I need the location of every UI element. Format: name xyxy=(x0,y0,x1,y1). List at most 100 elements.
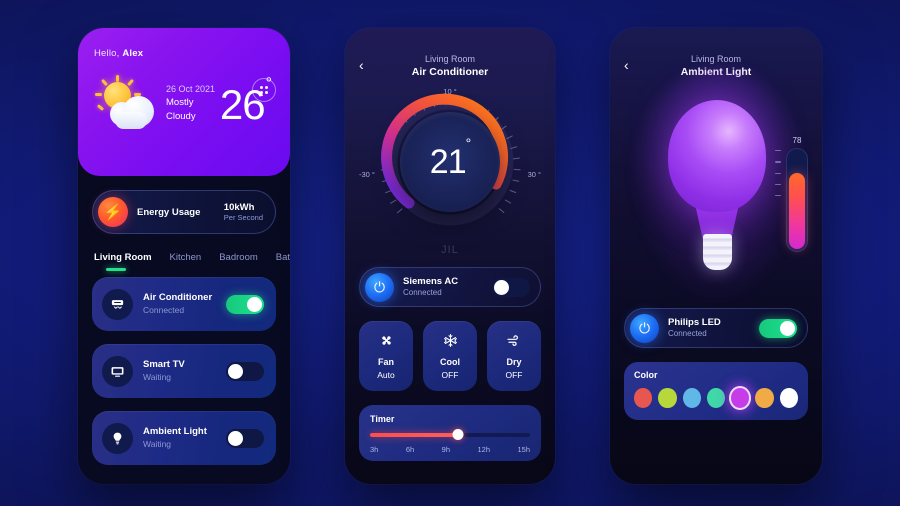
list-item[interactable]: Air Conditioner Connected xyxy=(92,277,276,331)
greeting: Hello, Alex xyxy=(94,48,144,59)
phone-screen-ambient-light: ‹ Living Room Ambient Light 78 ⏻ xyxy=(610,28,822,484)
timer-tick-labels: 3h 6h 9h 12h 15h xyxy=(370,445,530,454)
device-toggle[interactable] xyxy=(226,428,264,448)
light-power-text: Philips LED Connected xyxy=(668,317,721,340)
brightness-scale xyxy=(775,136,781,197)
color-card: Color xyxy=(624,362,808,420)
brightness-fill xyxy=(789,173,805,249)
tab-badroom[interactable]: Badroom xyxy=(219,252,258,271)
timer-slider-thumb[interactable] xyxy=(452,429,464,440)
timer-slider-fill xyxy=(370,433,458,437)
device-text: Ambient Light Waiting xyxy=(143,426,207,450)
bolt-icon: ⚡ xyxy=(98,197,128,227)
mode-cool[interactable]: Cool OFF xyxy=(423,321,477,391)
light-device-name: Philips LED xyxy=(668,316,721,328)
timer-tick: 6h xyxy=(405,445,415,454)
mode-dry[interactable]: Dry OFF xyxy=(487,321,541,391)
mode-value: OFF xyxy=(505,370,523,380)
brightness-value: 78 xyxy=(792,136,802,145)
weather-date: 26 Oct 2021 xyxy=(166,83,216,94)
page-title: Air Conditioner xyxy=(411,66,489,78)
snowflake-icon xyxy=(443,333,458,350)
energy-usage-value-group: 10kWh Per Second xyxy=(224,202,263,222)
energy-usage-label: Energy Usage xyxy=(137,206,201,218)
timer-slider[interactable] xyxy=(370,429,530,440)
wind-icon xyxy=(506,332,522,350)
color-swatches xyxy=(634,388,798,408)
device-name: Ambient Light xyxy=(143,425,207,437)
brightness-slider[interactable]: 78 xyxy=(786,136,808,252)
weather-details: 26 Oct 2021 Mostly Cloudy xyxy=(166,83,215,124)
weather-condition-1: Mostly xyxy=(166,96,194,108)
ac-mode-tiles: Fan Auto Cool OFF Dry OFF xyxy=(359,321,541,391)
back-button[interactable]: ‹ xyxy=(624,58,629,72)
list-item[interactable]: Ambient Light Waiting xyxy=(92,411,276,465)
tab-bath[interactable]: Bath xyxy=(276,252,290,271)
device-toggle[interactable] xyxy=(226,294,264,314)
back-button[interactable]: ‹ xyxy=(359,58,364,72)
color-swatch-2[interactable] xyxy=(682,388,701,408)
brightness-control[interactable]: 78 xyxy=(775,136,808,252)
power-icon: ⏻ xyxy=(630,313,659,343)
brightness-track[interactable] xyxy=(786,148,808,252)
timer-tick: 9h xyxy=(441,445,450,454)
device-status: Waiting xyxy=(143,371,172,382)
thermostat-dial[interactable]: 10 ° -30 ° 30 ° 21° JIL xyxy=(345,82,555,267)
tab-living-room[interactable]: Living Room xyxy=(94,252,152,271)
home-body: ⚡ Energy Usage 10kWh Per Second Living R… xyxy=(78,176,290,465)
light-device-status: Connected xyxy=(668,328,707,338)
mode-value: Auto xyxy=(377,369,395,380)
ac-header: ‹ Living Room Air Conditioner xyxy=(345,28,555,78)
timer-card: Timer 3h 6h 9h 12h 15h xyxy=(359,405,541,461)
app-showcase: Hello, Alex 26 Oct 2021 Mostly Cloudy 26… xyxy=(0,0,900,506)
energy-usage-unit: Per Second xyxy=(223,213,263,222)
dial-center[interactable]: 21° xyxy=(400,112,500,212)
glowing-lightbulb-icon xyxy=(668,100,766,212)
bulb-visual: 78 xyxy=(610,68,822,308)
device-name: Air Conditioner xyxy=(143,291,213,303)
ac-power-card[interactable]: ⏻ Siemens AC Connected xyxy=(359,267,541,307)
color-swatch-3[interactable] xyxy=(706,388,726,408)
light-power-toggle[interactable] xyxy=(759,318,797,338)
air-conditioner-icon xyxy=(102,288,133,320)
energy-usage-value: 10kWh xyxy=(223,202,255,213)
energy-usage-card[interactable]: ⚡ Energy Usage 10kWh Per Second xyxy=(92,190,276,234)
device-text: Smart TV Waiting xyxy=(143,359,185,383)
ac-power-text: Siemens AC Connected xyxy=(403,276,458,299)
timer-tick: 15h xyxy=(517,445,530,454)
list-item[interactable]: Smart TV Waiting xyxy=(92,344,276,398)
bulb-screw-base xyxy=(703,234,732,270)
device-status: Waiting xyxy=(143,438,172,449)
ac-device-name: Siemens AC xyxy=(403,275,459,287)
light-power-card[interactable]: ⏻ Philips LED Connected xyxy=(624,308,808,348)
phone-screen-home: Hello, Alex 26 Oct 2021 Mostly Cloudy 26… xyxy=(78,28,290,484)
television-icon xyxy=(102,355,133,387)
header-room: Living Room xyxy=(424,54,476,64)
room-tabs: Living Room Kitchen Badroom Bath xyxy=(92,252,290,271)
timer-title: Timer xyxy=(370,414,395,424)
mode-label: Fan xyxy=(377,356,394,367)
color-swatch-6[interactable] xyxy=(779,388,798,408)
color-swatch-0[interactable] xyxy=(634,388,653,408)
color-swatch-5[interactable] xyxy=(755,388,774,408)
weather-card: Hello, Alex 26 Oct 2021 Mostly Cloudy 26… xyxy=(78,28,290,176)
color-swatch-4[interactable] xyxy=(731,388,750,408)
timer-tick: 12h xyxy=(477,445,490,454)
mode-label: Cool xyxy=(440,356,460,367)
sun-behind-cloud-icon xyxy=(94,75,160,131)
mode-fan[interactable]: Fan Auto xyxy=(359,321,413,391)
device-toggle[interactable] xyxy=(226,361,264,381)
color-swatch-1[interactable] xyxy=(658,388,677,408)
mode-value: OFF xyxy=(441,369,459,380)
timer-tick: 3h xyxy=(370,445,379,454)
power-icon: ⏻ xyxy=(365,272,394,302)
temperature-value: 21° xyxy=(429,135,471,181)
ac-power-toggle[interactable] xyxy=(492,277,530,297)
device-status: Connected xyxy=(143,304,185,315)
tab-kitchen[interactable]: Kitchen xyxy=(170,252,202,271)
device-name: Smart TV xyxy=(143,358,185,370)
header-room: Living Room xyxy=(690,54,742,64)
device-text: Air Conditioner Connected xyxy=(143,292,212,316)
device-list: Air Conditioner Connected Smart TV Waiti… xyxy=(92,277,276,465)
weather-condition-2: Cloudy xyxy=(166,110,196,122)
